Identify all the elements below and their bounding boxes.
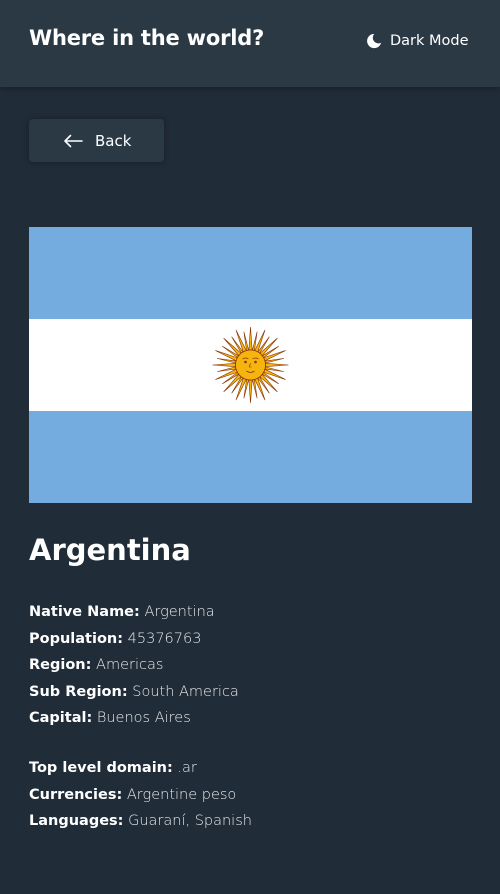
detail-value: South America xyxy=(132,683,239,700)
detail-value: Buenos Aires xyxy=(96,710,191,726)
detail-label: Languages: xyxy=(29,813,124,829)
detail-top-level-domain: Top level domain: .ar xyxy=(29,755,252,782)
detail-value: Guaraní, Spanish xyxy=(128,813,252,829)
detail-value: .ar xyxy=(177,760,197,776)
app-title: Where in the world? xyxy=(29,26,265,50)
moon-icon xyxy=(367,33,382,49)
flag-bottom-stripe xyxy=(29,411,472,503)
flag-top-stripe xyxy=(29,227,472,319)
detail-label: Capital: xyxy=(29,710,93,726)
detail-value: Argentina xyxy=(144,604,215,620)
dark-mode-toggle[interactable]: Dark Mode xyxy=(365,32,469,50)
detail-label: Region: xyxy=(29,657,92,673)
top-header: Where in the world? Dark Mode xyxy=(0,0,500,87)
sun-of-may-icon xyxy=(212,326,289,404)
detail-label: Native Name: xyxy=(29,604,140,620)
country-flag xyxy=(29,227,472,503)
detail-label: Currencies: xyxy=(29,786,123,803)
details-secondary: Top level domain: .ar Currencies: Argent… xyxy=(29,755,252,835)
back-label: Back xyxy=(95,131,132,150)
detail-sub-region: Sub Region: South America xyxy=(29,679,239,706)
detail-native-name: Native Name: Argentina xyxy=(29,599,239,626)
back-button[interactable]: Back xyxy=(29,119,164,162)
arrow-left-icon xyxy=(64,134,83,147)
detail-languages: Languages: Guaraní, Spanish xyxy=(29,808,252,835)
detail-label: Top level domain: xyxy=(29,760,173,776)
detail-value: 45376763 xyxy=(127,630,202,647)
detail-label: Population: xyxy=(29,630,124,647)
detail-population: Population: 45376763 xyxy=(29,626,239,653)
details-primary: Native Name: Argentina Population: 45376… xyxy=(29,599,239,732)
detail-currencies: Currencies: Argentine peso xyxy=(29,782,252,809)
detail-label: Sub Region: xyxy=(29,683,128,700)
dark-mode-label: Dark Mode xyxy=(390,33,469,49)
country-name: Argentina xyxy=(29,533,191,567)
detail-region: Region: Americas xyxy=(29,652,239,679)
detail-capital: Capital: Buenos Aires xyxy=(29,705,239,732)
detail-value: Americas xyxy=(96,657,164,673)
detail-value: Argentine peso xyxy=(126,786,237,803)
